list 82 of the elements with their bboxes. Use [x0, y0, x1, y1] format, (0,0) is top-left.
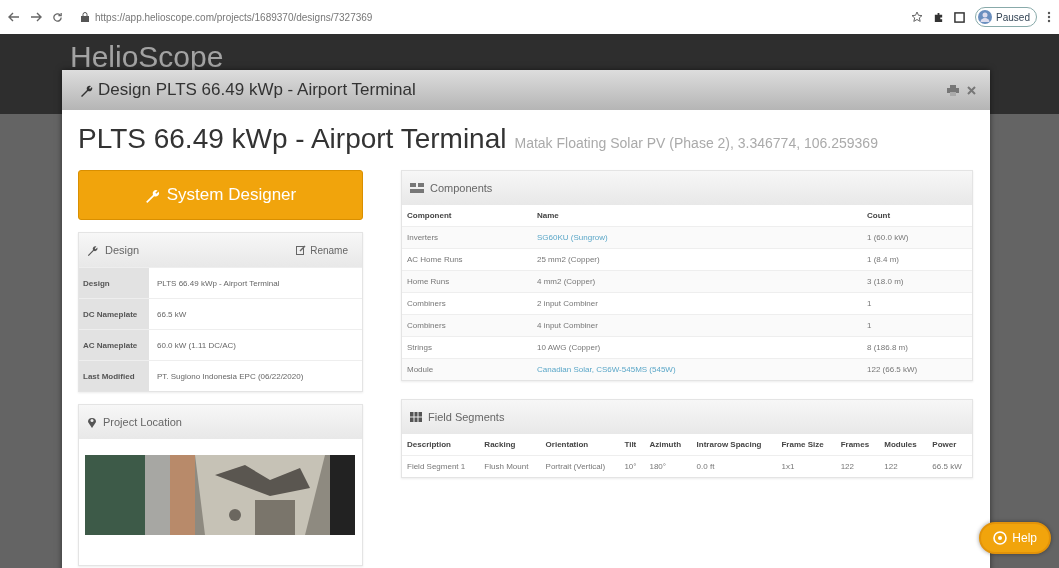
table-cell: AC Home Runs [402, 248, 532, 271]
column-header: Frame Size [776, 434, 836, 456]
print-icon[interactable] [947, 84, 959, 96]
table-cell: 8 (186.8 m) [862, 336, 972, 359]
lock-icon [81, 12, 89, 22]
table-cell: 3 (18.0 m) [862, 270, 972, 293]
wrench-icon [144, 187, 161, 203]
project-location-text: Matak Floating Solar PV (Phase 2), 3.346774, 106.259369 [514, 135, 878, 151]
table-cell: 10° [619, 455, 645, 477]
row-label: Last Modified [79, 361, 149, 391]
column-header: Azimuth [644, 434, 692, 456]
table-cell: 1 (8.4 m) [862, 248, 972, 271]
row-value: 66.5 kW [156, 308, 188, 321]
dialog-title: Design PLTS 66.49 kWp - Airport Terminal [80, 80, 416, 100]
row-label: AC Nameplate [79, 330, 149, 360]
panel-title: Design [87, 244, 140, 256]
wrench-icon [80, 83, 94, 97]
app-logo[interactable]: HelioScope [70, 40, 224, 74]
table-cell: 2 input Combiner [532, 292, 862, 315]
column-header: Orientation [540, 434, 620, 456]
table-cell: Combiners [402, 292, 532, 315]
table-cell: 180° [644, 455, 692, 477]
table-cell: 4 input Combiner [532, 314, 862, 337]
panel-title: Field Segments [410, 411, 505, 423]
table-cell: 4 mm2 (Copper) [532, 270, 862, 293]
column-header: Intrarow Spacing [691, 434, 777, 456]
reload-icon[interactable] [52, 11, 63, 23]
table-cell: Flush Mount [479, 455, 541, 477]
table-cell: 1 (60.0 kW) [862, 226, 972, 249]
column-header: Power [927, 434, 972, 456]
row-label: Design [79, 268, 149, 298]
table-cell: Module [402, 358, 532, 380]
table-cell: Home Runs [402, 270, 532, 293]
column-header: Racking [479, 434, 541, 456]
window-icon[interactable] [954, 11, 966, 23]
table-cell: 1x1 [776, 455, 836, 477]
panel-title: Project Location [87, 416, 182, 428]
table-cell: 122 (66.5 kW) [862, 358, 972, 380]
components-icon [410, 183, 424, 193]
address-bar[interactable]: https://app.helioscope.com/projects/1689370/designs/7327369 [73, 5, 902, 29]
rename-button[interactable]: Rename [290, 243, 354, 257]
table-cell: 122 [879, 455, 928, 477]
column-header: Name [532, 205, 862, 227]
row-label: DC Nameplate [79, 299, 149, 329]
edit-icon [296, 245, 307, 255]
row-value: PLTS 66.49 kWp - Airport Terminal [156, 277, 281, 290]
component-link[interactable]: Canadian Solar, CS6W-545MS (545W) [532, 358, 862, 380]
table-cell: Strings [402, 336, 532, 359]
table-cell: Portrait (Vertical) [540, 455, 620, 477]
column-header: Modules [879, 434, 928, 456]
map-pin-icon [87, 416, 97, 428]
help-icon [993, 531, 1008, 545]
column-header: Tilt [619, 434, 645, 456]
design-title: PLTS 66.49 kWp - Airport Terminal [78, 123, 507, 154]
profile-button[interactable]: Paused [975, 7, 1037, 27]
table-cell: 10 AWG (Copper) [532, 336, 862, 359]
table-cell: Field Segment 1 [402, 455, 480, 477]
forward-icon[interactable] [30, 12, 42, 22]
table-cell: Combiners [402, 314, 532, 337]
column-header: Count [862, 205, 972, 227]
close-icon[interactable] [967, 85, 976, 95]
panel-title: Components [410, 182, 493, 194]
column-header: Component [402, 205, 532, 227]
grid-icon [410, 412, 422, 422]
component-link[interactable]: SG60KU (Sungrow) [532, 226, 862, 249]
table-cell: 122 [835, 455, 880, 477]
table-cell: 66.5 kW [927, 455, 972, 477]
table-cell: 1 [862, 314, 972, 337]
extension-icon[interactable] [933, 11, 945, 23]
back-icon[interactable] [8, 12, 20, 22]
column-header: Description [402, 434, 480, 456]
table-cell: 25 mm2 (Copper) [532, 248, 862, 271]
table-cell: 1 [862, 292, 972, 315]
wrench-icon [87, 244, 99, 256]
row-value: 60.0 kW (1.11 DC/AC) [156, 339, 237, 352]
column-header: Frames [835, 434, 880, 456]
star-icon[interactable] [911, 11, 924, 23]
table-cell: Inverters [402, 226, 532, 249]
row-value: PT. Sugiono Indonesia EPC (06/22/2020) [156, 370, 305, 383]
avatar-icon [978, 10, 993, 24]
menu-icon[interactable] [1047, 11, 1051, 23]
table-cell: 0.0 ft [691, 455, 777, 477]
